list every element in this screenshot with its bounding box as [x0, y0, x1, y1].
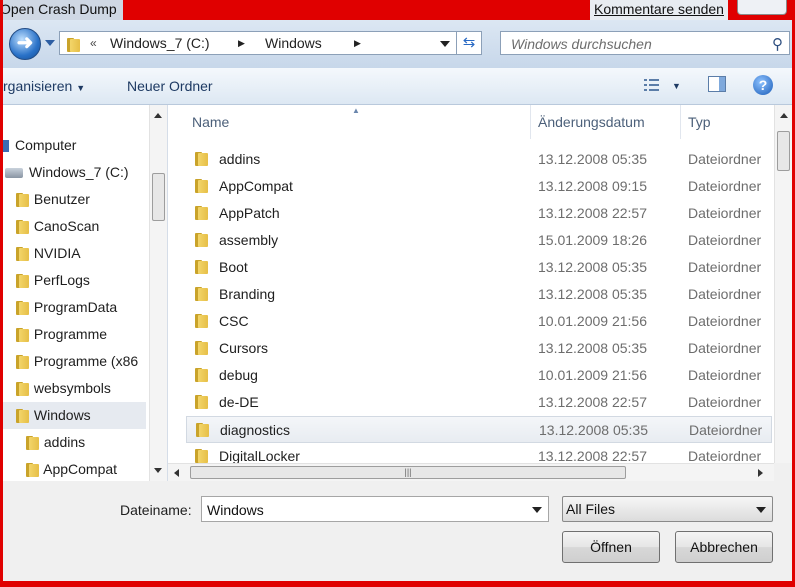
highlight-frame — [0, 0, 795, 587]
highlight-frame-bottom — [0, 581, 795, 587]
